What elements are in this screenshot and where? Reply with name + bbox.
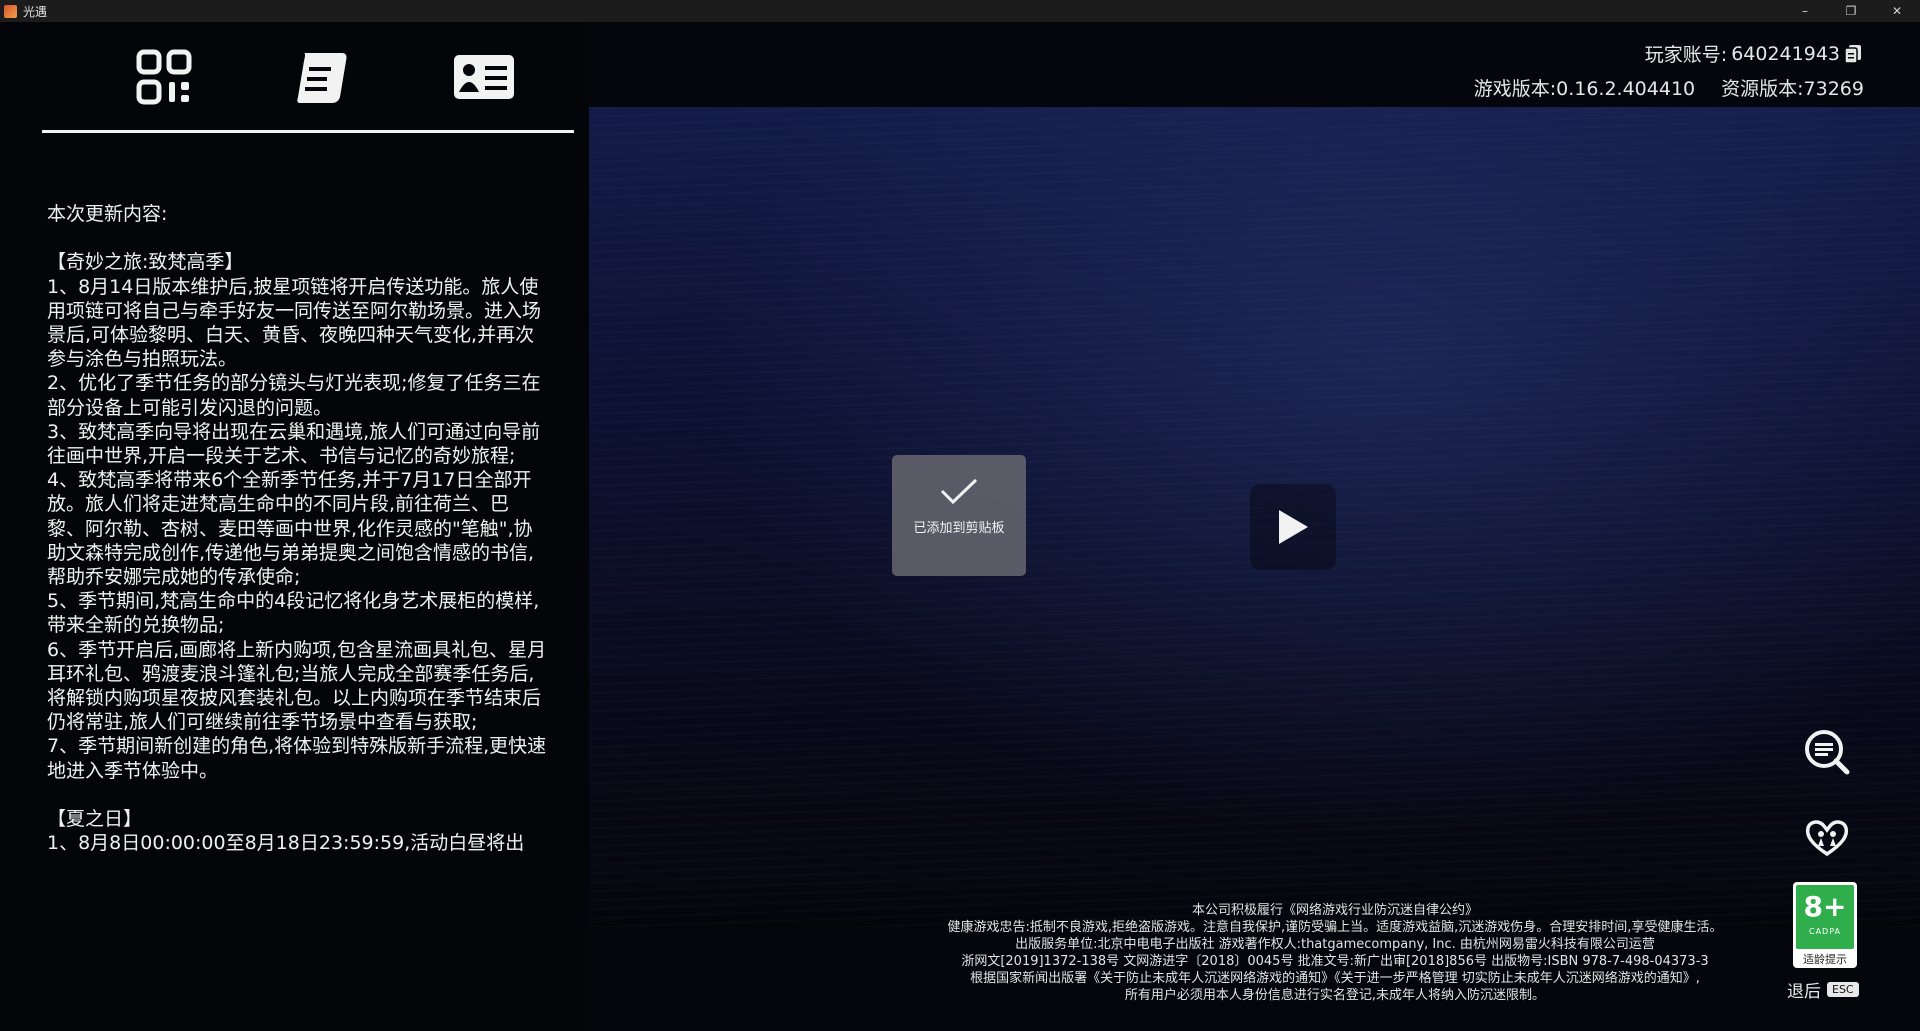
legal-notice: 本公司积极履行《网络游戏行业防沉迷自律公约》 健康游戏忠告:抵制不良游戏,拒绝盗… [880,902,1790,1004]
notes-line [47,226,547,250]
notice-button[interactable] [1801,726,1853,778]
tab-update-notes[interactable] [282,42,362,112]
legal-line: 根据国家新闻出版署《关于防止未成年人沉迷网络游戏的通知》《关于进一步严格管理 切… [970,971,1700,986]
window-title: 光遇 [23,4,48,19]
version-info: 游戏版本:0.16.2.404410 资源版本:73269 [1474,74,1864,101]
exit-label: 退后 [1787,982,1821,1002]
notes-line: 1、8月8日00:00:00至8月18日23:59:59,活动白昼将出 [47,832,525,855]
play-button[interactable] [1250,484,1336,570]
update-panel: 本次更新内容: 【奇妙之旅:致梵高季】 1、8月14日版本维护后,披星项链将开启传… [0,22,589,1031]
account-info: 玩家账号: 640241943 [1645,40,1862,67]
notes-line: 【奇妙之旅:致梵高季】 [47,251,244,274]
minimize-button[interactable]: – [1782,0,1828,22]
legal-line: 健康游戏忠告:抵制不良游戏,拒绝盗版游戏。注意自我保护,谨防受骗上当。适度游戏益… [947,920,1723,935]
notes-line: 2、优化了季节任务的部分镜头与灯光表现;修复了任务三在部分设备上可能引发闪退的问… [47,372,541,419]
app-logo-icon [4,4,17,18]
window-titlebar: 光遇 – ❐ ✕ [0,0,1920,22]
profile-card-icon [454,55,514,99]
restore-button[interactable]: ❐ [1828,0,1874,22]
rating-hint: 适龄提示 [1803,953,1847,966]
notes-line [47,783,547,807]
notes-line: 7、季节期间新创建的角色,将体验到特殊版新手流程,更快速地进入季节体验中。 [47,735,547,782]
game-stage: 本次更新内容: 【奇妙之旅:致梵高季】 1、8月14日版本维护后,披星项链将开启传… [0,22,1920,1031]
update-notes-text[interactable]: 本次更新内容: 【奇妙之旅:致梵高季】 1、8月14日版本维护后,披星项链将开启传… [47,202,547,888]
tab-qr-code[interactable] [124,42,204,112]
age-rating-badge[interactable]: 8+ CADPA 适龄提示 [1793,882,1857,968]
rating-age: 8+ [1803,890,1847,923]
active-tab-underline [42,130,574,133]
notes-line: 4、致梵高季将带来6个全新季节任务,并于7月17日全部开放。旅人们将走进梵高生命… [47,469,535,589]
game-version: 游戏版本:0.16.2.404410 [1473,78,1696,100]
notes-title: 本次更新内容: [47,203,168,225]
notes-line: 6、季节开启后,画廊将上新内购项,包含星流画具礼包、星月耳环礼包、鸦渡麦浪斗篷礼… [47,638,547,734]
heart-friends-icon [1805,820,1849,857]
notes-line: 1、8月14日版本维护后,披星项链将开启传送功能。旅人使用项链可将自己与牵手好友… [47,275,542,371]
account-label: 玩家账号: [1644,44,1728,66]
account-id: 640241943 [1731,42,1840,65]
exit-button[interactable]: 退后 ESC [1787,977,1859,1002]
qr-code-icon [136,49,192,105]
panel-tabbar [42,42,574,112]
check-icon [940,478,978,505]
notes-line: 3、致梵高季向导将出现在云巢和遇境,旅人们可通过向导前往画中世界,开启一段关于艺… [47,420,541,468]
clipboard-toast: 已添加到剪贴板 [892,455,1026,576]
rating-green-box: 8+ CADPA [1796,885,1854,949]
esc-key-hint: ESC [1827,982,1859,997]
legal-line: 浙网文[2019]1372-138号 文网游进字〔2018〕0045号 批准文号… [961,954,1709,969]
notes-line: 5、季节期间,梵高生命中的4段记忆将化身艺术展柜的模样,带来全新的兑换物品; [47,590,540,637]
legal-line: 所有用户必须用本人身份信息进行实名登记,未成年人将纳入防沉迷限制。 [1124,988,1546,1003]
scroll-icon [297,53,347,103]
tab-profile[interactable] [444,42,524,112]
legal-line: 出版服务单位:北京中电电子出版社 游戏著作权人:thatgamecompany,… [1015,937,1655,952]
rating-org: CADPA [1808,927,1841,936]
play-icon [1279,510,1308,544]
friends-button[interactable] [1801,812,1853,864]
legal-line: 本公司积极履行《网络游戏行业防沉迷自律公约》 [1191,903,1478,918]
toast-text: 已添加到剪贴板 [913,521,1005,536]
notice-icon [1805,730,1850,775]
window-controls: – ❐ ✕ [1782,0,1920,22]
resource-version: 资源版本:73269 [1721,78,1864,100]
notes-line: 【夏之日】 [47,808,143,831]
close-button[interactable]: ✕ [1874,0,1920,22]
copy-icon[interactable] [1844,44,1862,64]
notes-lines: 【奇妙之旅:致梵高季】 1、8月14日版本维护后,披星项链将开启传送功能。旅人使用… [47,226,547,855]
